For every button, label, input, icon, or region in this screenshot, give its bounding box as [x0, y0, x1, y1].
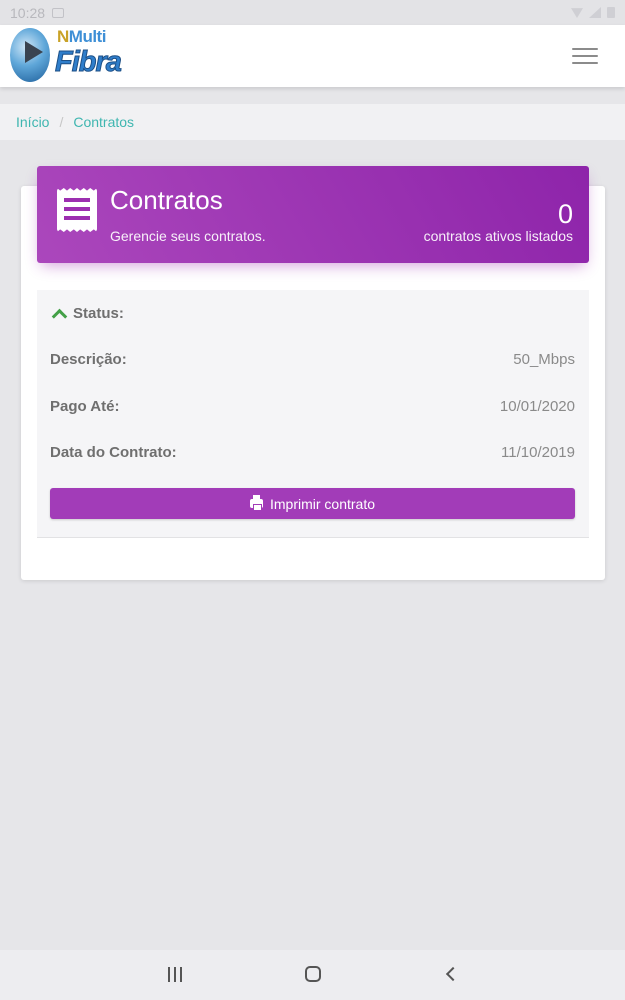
printer-icon: [249, 495, 263, 511]
contract-details: Status: Descrição: 50_Mbps Pago Até: 10/…: [37, 290, 589, 538]
active-contracts-count: 0: [557, 199, 573, 229]
status-row[interactable]: Status:: [50, 305, 575, 325]
paid-until-value: 10/01/2020: [499, 398, 575, 415]
wifi-icon: [571, 8, 583, 18]
hamburger-menu-icon[interactable]: [572, 48, 598, 64]
status-time: 10:28: [10, 4, 46, 21]
recents-icon[interactable]: [168, 967, 184, 982]
signal-icon: [589, 7, 601, 18]
page-subtitle: Gerencie seus contratos.: [110, 228, 266, 244]
image-notification-icon: [52, 7, 65, 18]
document-list-icon: [57, 188, 97, 232]
status-bar: 10:28: [0, 0, 625, 25]
page-title: Contratos: [110, 185, 223, 215]
contract-date-row: Data do Contrato: 11/10/2019: [50, 444, 575, 461]
breadcrumb-home-link[interactable]: Início: [16, 114, 49, 130]
brand-logo[interactable]: NMulti Fibra: [9, 27, 123, 85]
print-contract-label: Imprimir contrato: [269, 495, 376, 512]
logo-text-top: NMulti: [57, 27, 106, 46]
home-icon[interactable]: [305, 966, 321, 982]
print-contract-button[interactable]: Imprimir contrato: [50, 488, 575, 519]
breadcrumb-separator: /: [59, 114, 64, 130]
battery-icon: [607, 7, 615, 18]
description-value: 50_Mbps: [513, 351, 575, 368]
breadcrumb: Início / Contratos: [0, 104, 625, 140]
breadcrumb-current[interactable]: Contratos: [73, 114, 134, 130]
description-row: Descrição: 50_Mbps: [50, 351, 575, 368]
paid-until-label: Pago Até:: [50, 398, 120, 415]
logo-text-bottom: Fibra: [55, 46, 123, 79]
play-logo-icon: [25, 41, 43, 63]
back-icon[interactable]: [445, 966, 461, 982]
contract-date-label: Data do Contrato:: [50, 444, 177, 461]
chevron-up-icon[interactable]: [51, 308, 68, 325]
system-navigation-bar: [0, 950, 625, 1000]
status-icons: [571, 7, 615, 18]
active-contracts-label: contratos ativos listados: [423, 228, 573, 244]
top-navbar: NMulti Fibra: [0, 25, 625, 87]
description-label: Descrição:: [50, 351, 127, 368]
paid-until-row: Pago Até: 10/01/2020: [50, 398, 575, 415]
contracts-header: Contratos Gerencie seus contratos. 0 con…: [37, 166, 589, 263]
contract-date-value: 11/10/2019: [501, 444, 575, 461]
status-label: Status:: [73, 305, 124, 322]
